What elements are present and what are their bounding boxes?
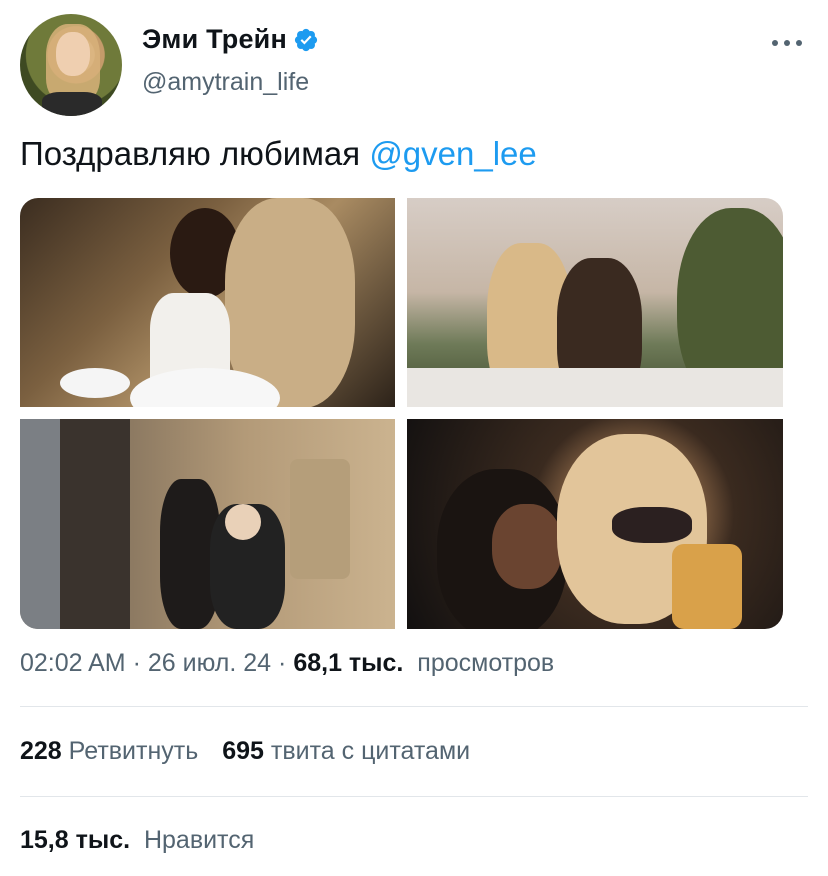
media-grid — [20, 198, 784, 630]
more-options-icon[interactable] — [772, 33, 802, 53]
mention-link[interactable]: @gven_lee — [369, 135, 536, 172]
likes-stat[interactable]: 15,8 тыс. Нравится — [20, 826, 254, 854]
media-photo-4[interactable] — [407, 419, 783, 629]
more-dot — [796, 40, 802, 46]
quotes-label: твита с цитатами — [270, 737, 471, 765]
views-count: 68,1 тыс. — [293, 649, 404, 677]
quotes-count: 695 — [222, 737, 264, 765]
tweet-date[interactable]: 26 июл. 24 — [148, 649, 271, 677]
media-photo-3[interactable] — [20, 419, 395, 629]
likes-count: 15,8 тыс. — [20, 826, 131, 854]
quotes-stat[interactable]: 695 твита с цитатами — [222, 737, 470, 765]
meta-separator: · — [132, 649, 141, 677]
tweet-text: Поздравляю любимая @gven_lee — [20, 134, 537, 174]
divider — [20, 706, 808, 707]
tweet-meta: 02:02 AM · 26 июл. 24 · 68,1 тыс. просмо… — [20, 649, 554, 678]
tweet-text-body: Поздравляю любимая — [20, 135, 370, 172]
likes-row: 15,8 тыс. Нравится — [20, 826, 254, 855]
retweets-count: 228 — [20, 737, 62, 765]
avatar[interactable] — [20, 14, 122, 116]
avatar-face — [56, 32, 90, 76]
meta-separator: · — [278, 649, 287, 677]
views-label: просмотров — [417, 649, 555, 677]
verified-badge-icon — [294, 28, 318, 51]
author-display-name[interactable]: Эми Трейн — [142, 24, 287, 55]
likes-label: Нравится — [143, 826, 255, 854]
divider — [20, 796, 808, 797]
more-dot — [772, 40, 778, 46]
retweets-label: Ретвитнуть — [68, 737, 199, 765]
tweet-time[interactable]: 02:02 AM — [20, 649, 126, 677]
engagement-row: 228 Ретвитнуть 695 твита с цитатами — [20, 737, 470, 766]
media-photo-2[interactable] — [407, 198, 783, 407]
media-photo-1[interactable] — [20, 198, 395, 407]
retweets-stat[interactable]: 228 Ретвитнуть — [20, 737, 198, 765]
author-handle[interactable]: @amytrain_life — [142, 68, 309, 97]
author-name-row: Эми Трейн — [142, 24, 319, 55]
more-dot — [784, 40, 790, 46]
avatar-shirt — [42, 92, 102, 116]
